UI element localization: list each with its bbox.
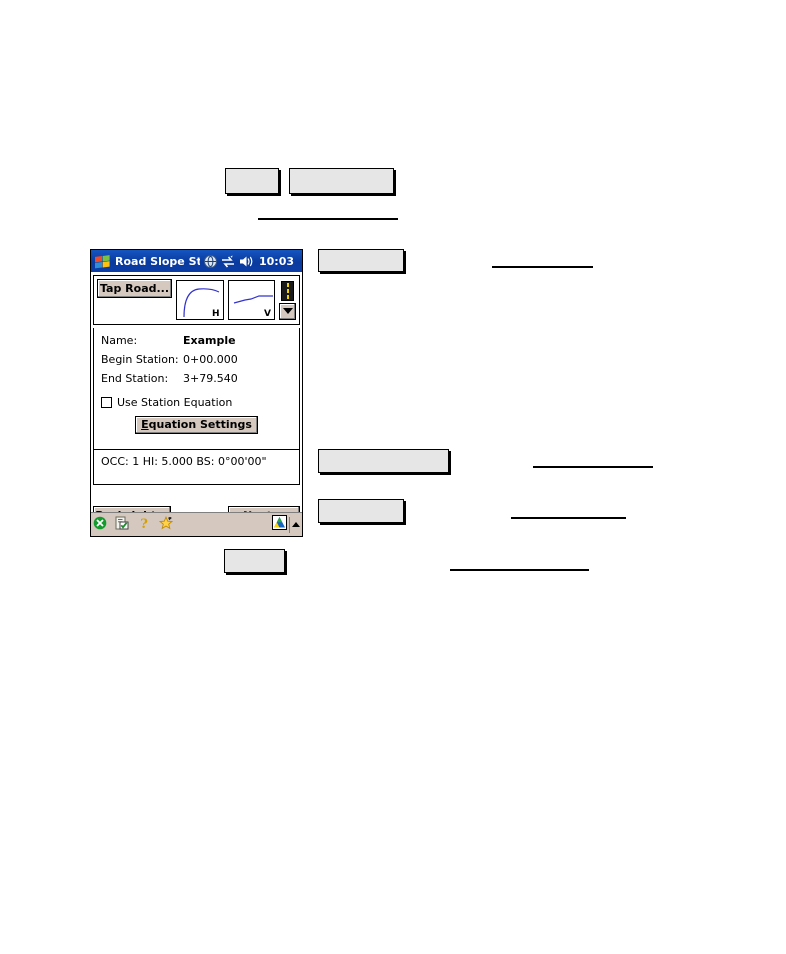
clipboard-check-icon[interactable] [115, 515, 129, 534]
clock: 10:03 [259, 254, 295, 268]
taskbar-tray [272, 515, 300, 534]
occupation-status-text: OCC: 1 HI: 5.000 BS: 0°00'00" [101, 455, 267, 468]
chevron-up-icon[interactable] [292, 522, 300, 527]
redaction-box-bottom [224, 549, 285, 573]
end-station-value: 3+79.540 [183, 372, 238, 385]
start-flag-icon[interactable] [94, 254, 111, 269]
window-title: Road Slope Sta [115, 254, 200, 268]
equation-settings-row: Equation Settings [94, 416, 299, 434]
name-label: Name: [101, 334, 138, 347]
use-station-equation-checkbox[interactable] [101, 397, 112, 408]
rule-mid-right [492, 266, 593, 268]
name-value: Example [183, 334, 236, 347]
window-client-area: Tap Road... H V Name: Example Begin Stat… [91, 272, 302, 524]
survey-prism-icon[interactable] [272, 515, 287, 534]
close-circle-icon[interactable] [93, 515, 107, 534]
picker-right-stack [279, 280, 296, 320]
rule-bottom [450, 569, 589, 571]
road-icon [281, 280, 294, 301]
rule-lower-right2 [511, 517, 626, 519]
speaker-icon[interactable] [239, 255, 253, 268]
horizontal-alignment-preview[interactable]: H [176, 280, 224, 320]
vertical-graph-label: V [264, 309, 271, 319]
redaction-box-top-left [225, 168, 279, 194]
redaction-box-top-right [289, 168, 394, 194]
equation-settings-rest: quation Settings [148, 418, 252, 431]
begin-station-label: Begin Station: [101, 353, 179, 366]
help-question-icon[interactable]: ? [137, 515, 151, 534]
star-favorite-icon[interactable] [158, 515, 175, 534]
redaction-box-lower-left [318, 449, 449, 473]
pda-device-window: Road Slope Sta 10:03 Tap Road... H V Nam… [90, 249, 303, 537]
redaction-box-mid-right [318, 249, 404, 272]
rule-lower-right [533, 466, 653, 468]
equation-settings-accel: E [141, 418, 149, 431]
field-row-begin-station: Begin Station: 0+00.000 [94, 353, 299, 372]
horizontal-graph-label: H [211, 309, 220, 319]
window-titlebar: Road Slope Sta 10:03 [91, 250, 302, 272]
road-fields-panel: Name: Example Begin Station: 0+00.000 En… [93, 328, 300, 450]
chevron-down-icon[interactable] [279, 302, 296, 320]
device-taskbar: ? [91, 512, 302, 536]
use-station-equation-row[interactable]: Use Station Equation [94, 396, 299, 409]
sync-icon[interactable] [221, 255, 235, 268]
occupation-status-panel: OCC: 1 HI: 5.000 BS: 0°00'00" [93, 450, 300, 485]
vertical-alignment-preview[interactable]: V [227, 280, 275, 320]
field-row-name: Name: Example [94, 334, 299, 353]
field-row-end-station: End Station: 3+79.540 [94, 372, 299, 391]
rule-top [258, 218, 398, 220]
taskbar-divider [289, 516, 290, 533]
equation-settings-button[interactable]: Equation Settings [135, 416, 258, 434]
connection-icon[interactable] [204, 254, 217, 268]
svg-text:?: ? [140, 517, 148, 530]
end-station-label: End Station: [101, 372, 169, 385]
road-picker-panel: Tap Road... H V [93, 275, 300, 325]
use-station-equation-label: Use Station Equation [117, 396, 233, 409]
tap-road-button[interactable]: Tap Road... [97, 279, 172, 298]
redaction-box-lower-right [318, 499, 404, 523]
begin-station-value: 0+00.000 [183, 353, 238, 366]
